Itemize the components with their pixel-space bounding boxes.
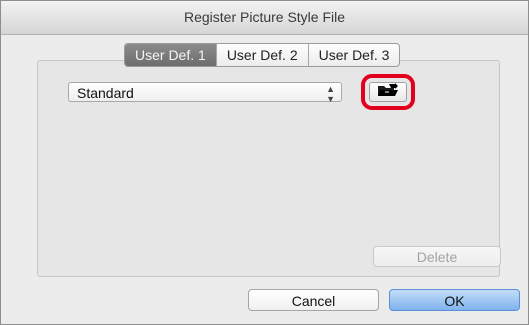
cancel-button[interactable]: Cancel <box>248 289 379 311</box>
delete-button[interactable]: Delete <box>373 246 501 267</box>
open-folder-icon <box>377 82 399 102</box>
ok-button[interactable]: OK <box>389 289 520 311</box>
tab-user-def-2[interactable]: User Def. 2 <box>215 44 308 66</box>
select-arrows-icon: ▲ ▼ <box>326 84 335 104</box>
load-picture-style-file-button[interactable] <box>369 82 407 102</box>
picture-style-select[interactable]: Standard ▲ ▼ <box>68 82 342 104</box>
dialog-title: Register Picture Style File <box>1 1 528 35</box>
tab-bar: User Def. 1 User Def. 2 User Def. 3 <box>124 43 401 67</box>
tab-user-def-1[interactable]: User Def. 1 <box>125 44 216 66</box>
tab-user-def-3[interactable]: User Def. 3 <box>307 44 400 66</box>
picture-style-select-value: Standard <box>77 85 134 101</box>
